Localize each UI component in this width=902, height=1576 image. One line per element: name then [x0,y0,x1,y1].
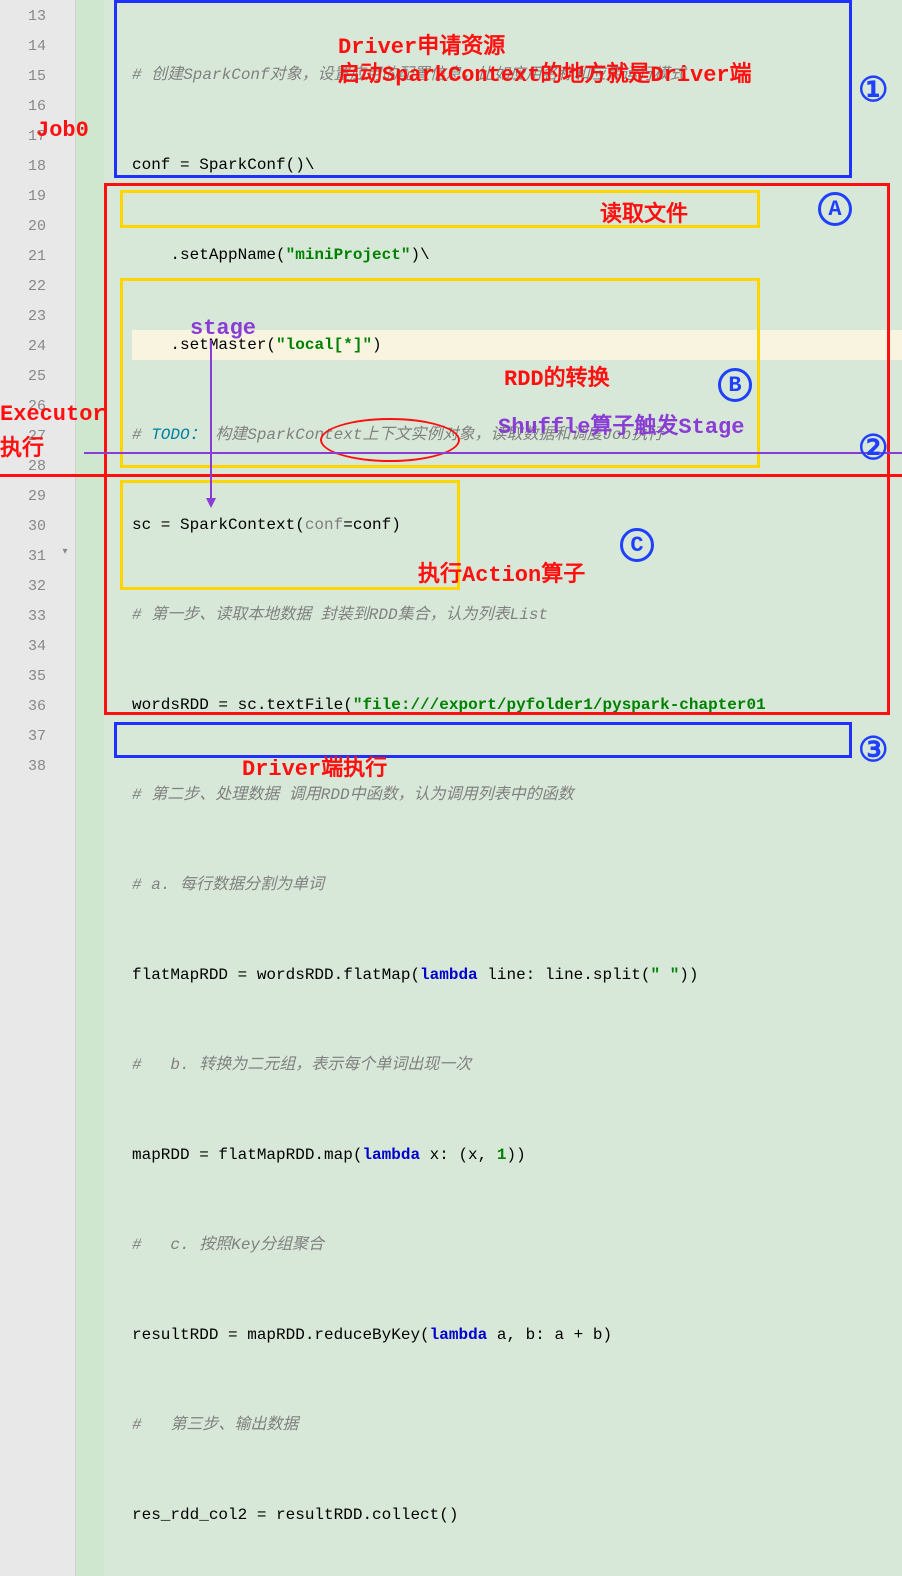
line-number: 23 [0,302,46,332]
code-line[interactable]: # 创建SparkConf对象，设置应用的配置信息，比如应用名称和应用运行模式 [132,60,902,90]
line-number: 13 [0,2,46,32]
code-line[interactable]: # a. 每行数据分割为单词 [132,870,902,900]
line-number-gutter: 1314151617181920212223242526272829303132… [0,0,58,1576]
code-line[interactable]: res_rdd_col2 = resultRDD.collect() [132,1500,902,1530]
margin-column [76,0,104,1576]
line-number: 33 [0,602,46,632]
code-line[interactable]: .setAppName("miniProject")\ [132,240,902,270]
code-line[interactable]: mapRDD = flatMapRDD.map(lambda x: (x, 1)… [132,1140,902,1170]
line-number: 37 [0,722,46,752]
code-line[interactable]: resultRDD = mapRDD.reduceByKey(lambda a,… [132,1320,902,1350]
line-number: 25 [0,362,46,392]
line-number: 34 [0,632,46,662]
code-line[interactable]: conf = SparkConf()\ [132,150,902,180]
line-number: 18 [0,152,46,182]
fold-column: ▾ [58,0,76,1576]
code-line[interactable]: # c. 按照Key分组聚合 [132,1230,902,1260]
line-number: 29 [0,482,46,512]
line-number: 21 [0,242,46,272]
code-line[interactable]: # 第二步、处理数据 调用RDD中函数，认为调用列表中的函数 [132,780,902,810]
line-number: 19 [0,182,46,212]
code-line[interactable]: # TODO： 构建SparkContext上下文实例对象，读取数据和调度Job… [132,420,902,450]
line-number: 28 [0,452,46,482]
line-number: 14 [0,32,46,62]
line-number: 26 [0,392,46,422]
line-number: 38 [0,752,46,782]
line-number: 24 [0,332,46,362]
line-number: 17 [0,122,46,152]
line-number: 30 [0,512,46,542]
line-number: 36 [0,692,46,722]
code-line[interactable]: wordsRDD = sc.textFile("file:///export/p… [132,690,902,720]
line-number: 27 [0,422,46,452]
code-line[interactable]: # 第一步、读取本地数据 封装到RDD集合，认为列表List [132,600,902,630]
line-number: 35 [0,662,46,692]
code-line[interactable]: .setMaster("local[*]") [132,330,902,360]
line-number: 22 [0,272,46,302]
line-number: 15 [0,62,46,92]
code-editor: 1314151617181920212223242526272829303132… [0,0,902,1576]
line-number: 32 [0,572,46,602]
code-line[interactable]: flatMapRDD = wordsRDD.flatMap(lambda lin… [132,960,902,990]
line-number: 16 [0,92,46,122]
line-number: 31 [0,542,46,572]
line-number: 20 [0,212,46,242]
code-area[interactable]: # 创建SparkConf对象，设置应用的配置信息，比如应用名称和应用运行模式 … [104,0,902,1576]
code-line[interactable]: # b. 转换为二元组，表示每个单词出现一次 [132,1050,902,1080]
code-line[interactable]: sc = SparkContext(conf=conf) [132,510,902,540]
code-line[interactable]: # 第三步、输出数据 [132,1410,902,1440]
